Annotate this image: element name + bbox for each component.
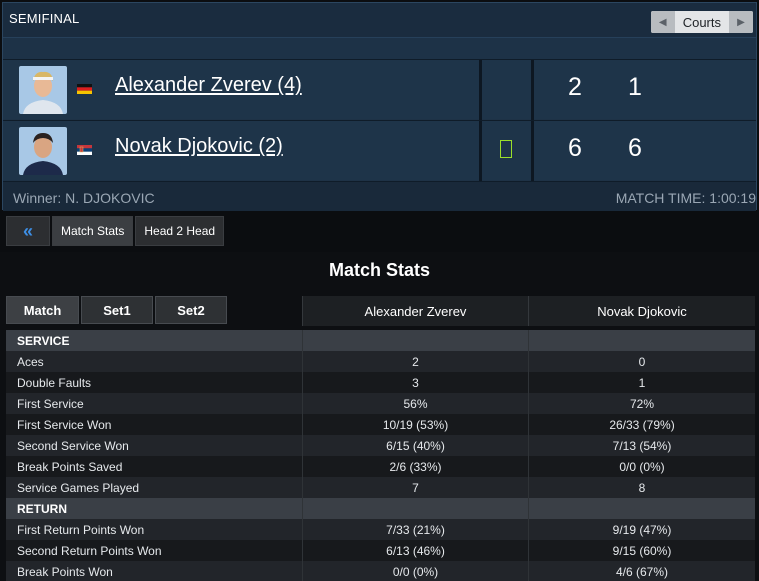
stat-value-player1: 10/19 (53%): [302, 414, 528, 435]
player-row-zverev: Alexander Zverev (4) 2 1: [3, 59, 756, 120]
period-tab-set2[interactable]: Set2: [155, 296, 227, 324]
player-avatar: [19, 66, 67, 114]
stat-value-player2: 1: [528, 372, 755, 393]
stat-value-player1: 6/15 (40%): [302, 435, 528, 456]
caret-left-icon[interactable]: ◀: [650, 11, 675, 33]
round-title: SEMIFINAL: [9, 11, 80, 26]
tab-match-stats[interactable]: Match Stats: [52, 216, 134, 246]
stat-label: Double Faults: [17, 375, 92, 390]
match-footer: Winner: N. DJOKOVIC MATCH TIME: 1:00:19: [3, 181, 756, 211]
stat-value-player2: [528, 498, 755, 519]
stat-value-player2: 72%: [528, 393, 755, 414]
stats-row: Double Faults 3 1: [6, 372, 755, 393]
stat-label: Break Points Saved: [17, 459, 123, 474]
stats-row: First Return Points Won 7/33 (21%) 9/19 (4…: [6, 519, 755, 540]
stats-tabs: « Match Stats Head 2 Head: [6, 216, 225, 246]
caret-right-icon[interactable]: ▶: [729, 11, 753, 33]
stat-label: SERVICE: [17, 333, 70, 348]
stats-row: Second Service Won 6/15 (40%) 7/13 (54%): [6, 435, 755, 456]
column-header-player1: Alexander Zverev: [302, 296, 528, 326]
period-tab-match[interactable]: Match: [6, 296, 79, 324]
stat-label: First Service: [17, 396, 84, 411]
courts-button[interactable]: Courts: [674, 11, 729, 33]
stat-value-player2: 0: [528, 351, 755, 372]
stat-value-player1: 56%: [302, 393, 528, 414]
score-header-bar: [3, 37, 756, 59]
stat-label: Break Points Won: [17, 564, 113, 579]
serving-indicator-icon: [500, 140, 512, 158]
winner-text: Winner: N. DJOKOVIC: [13, 190, 155, 206]
column-header-player2: Novak Djokovic: [528, 296, 755, 326]
player-name-link[interactable]: Novak Djokovic (2): [115, 135, 283, 158]
stat-label: Aces: [17, 354, 44, 369]
stats-section-header: RETURN: [6, 498, 755, 519]
stats-row: Second Return Points Won 6/13 (46%) 9/15 (…: [6, 540, 755, 561]
stat-value-player1: 2: [302, 351, 528, 372]
stats-row: Break Points Won 0/0 (0%) 4/6 (67%): [6, 561, 755, 581]
stat-label: Service Games Played: [17, 480, 140, 495]
player-row-djokovic: Novak Djokovic (2) 6 6: [3, 120, 756, 181]
stat-value-player1: 6/13 (46%): [302, 540, 528, 561]
match-time: MATCH TIME: 1:00:19: [615, 190, 756, 206]
set2-score: 6: [628, 134, 642, 162]
set2-score: 1: [628, 73, 642, 101]
player-avatar: [19, 127, 67, 175]
set1-score: 6: [568, 134, 582, 162]
stat-value-player1: [302, 330, 528, 351]
stats-row: First Service 56% 72%: [6, 393, 755, 414]
stats-row: Break Points Saved 2/6 (33%) 0/0 (0%): [6, 456, 755, 477]
stats-header: Match Set1 Set2 Alexander Zverev Novak D…: [6, 296, 755, 326]
stat-value-player2: 0/0 (0%): [528, 456, 755, 477]
stat-label: Second Return Points Won: [17, 543, 162, 558]
stats-title: Match Stats: [328, 260, 431, 280]
stat-label: First Service Won: [17, 417, 112, 432]
set1-score: 2: [568, 73, 582, 101]
stat-value-player1: [302, 498, 528, 519]
stat-label: Second Service Won: [17, 438, 129, 453]
stats-row: First Service Won 10/19 (53%) 26/33 (79%): [6, 414, 755, 435]
stats-row: Aces 2 0: [6, 351, 755, 372]
stat-value-player2: 9/15 (60%): [528, 540, 755, 561]
player-name-link[interactable]: Alexander Zverev (4): [115, 74, 302, 97]
serve-cell: [479, 60, 534, 120]
double-chevron-left-icon[interactable]: «: [6, 216, 50, 246]
stat-value-player2: 8: [528, 477, 755, 498]
stat-label: First Return Points Won: [17, 522, 145, 537]
serbia-flag-icon: [77, 145, 92, 155]
stat-value-player1: 7: [302, 477, 528, 498]
stat-label: RETURN: [17, 501, 67, 516]
stat-value-player1: 3: [302, 372, 528, 393]
germany-flag-icon: [77, 84, 92, 94]
stats-section-header: SERVICE: [6, 330, 755, 351]
stat-value-player1: 0/0 (0%): [302, 561, 528, 581]
stat-value-player1: 2/6 (33%): [302, 456, 528, 477]
tab-head-2-head[interactable]: Head 2 Head: [135, 216, 225, 246]
match-panel: SEMIFINAL ◀ Courts ▶ Alexander Zverev (4…: [2, 2, 757, 211]
stat-value-player2: [528, 330, 755, 351]
stats-table: SERVICE Aces 2 0 Double Faults 3 1 First Servic…: [6, 330, 755, 581]
round-bar: SEMIFINAL ◀ Courts ▶: [3, 3, 756, 37]
stat-value-player1: 7/33 (21%): [302, 519, 528, 540]
period-tab-set1[interactable]: Set1: [81, 296, 153, 324]
stat-value-player2: 26/33 (79%): [528, 414, 755, 435]
match-stats-section: Match Stats Match Set1 Set2 Alexander Zv…: [0, 252, 759, 581]
courts-control: ◀ Courts ▶: [650, 11, 753, 33]
stat-value-player2: 9/19 (47%): [528, 519, 755, 540]
serve-cell: [479, 121, 534, 181]
stat-value-player2: 4/6 (67%): [528, 561, 755, 581]
stat-value-player2: 7/13 (54%): [528, 435, 755, 456]
stats-row: Service Games Played 7 8: [6, 477, 755, 498]
